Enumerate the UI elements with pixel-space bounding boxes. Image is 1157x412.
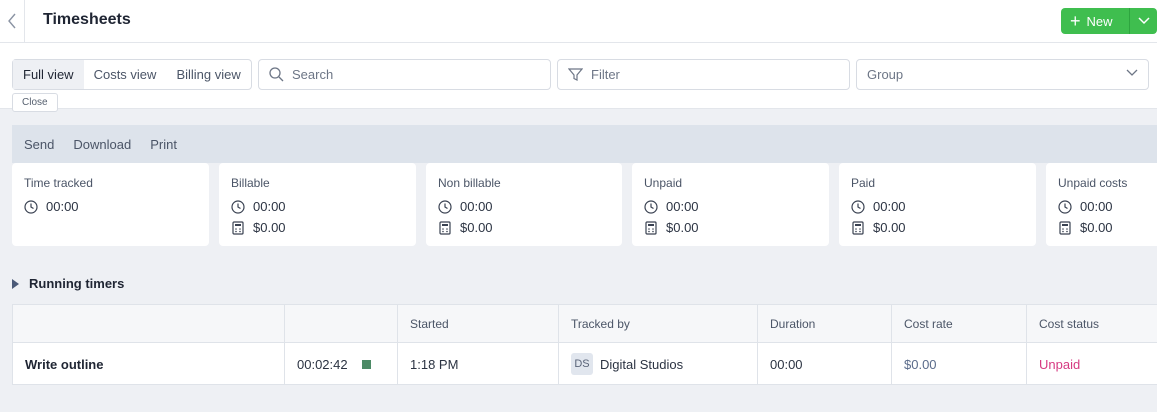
- chevron-down-icon: [1137, 17, 1150, 25]
- search-input[interactable]: [292, 67, 512, 82]
- tracker-name: Digital Studios: [600, 356, 684, 372]
- card-time-row: 00:00: [231, 196, 404, 217]
- card-amount-row: $0.00: [438, 217, 610, 238]
- avatar: DS: [571, 353, 593, 375]
- column-header-name: [13, 305, 284, 343]
- back-button[interactable]: [0, 0, 25, 42]
- status-badge: Unpaid: [1026, 343, 1157, 385]
- card-time-value: 00:00: [666, 199, 699, 214]
- card-title: Unpaid costs: [1058, 176, 1128, 190]
- row-duration: 00:00: [757, 343, 891, 385]
- card-time-row: 00:00: [1058, 196, 1145, 217]
- top-bar: Timesheets + New: [0, 0, 1157, 43]
- filter-label: Filter: [591, 67, 620, 82]
- card-amount-value: $0.00: [460, 220, 493, 235]
- summary-card-paid: Paid 00:00 $0.00: [839, 163, 1036, 246]
- column-header-cost-rate[interactable]: Cost rate: [891, 305, 1026, 343]
- card-title: Billable: [231, 176, 270, 190]
- tab-costs-view[interactable]: Costs view: [84, 60, 167, 89]
- card-time-row: 00:00: [24, 196, 197, 217]
- card-time-row: 00:00: [851, 196, 1024, 217]
- row-timer: 00:02:42: [297, 356, 348, 372]
- chevron-left-icon: [8, 13, 16, 29]
- card-title: Unpaid: [644, 176, 683, 190]
- card-time-value: 00:00: [460, 199, 493, 214]
- summary-card-non-billable: Non billable 00:00 $0.00: [426, 163, 622, 246]
- card-title: Non billable: [438, 176, 501, 190]
- page-title: Timesheets: [43, 11, 131, 28]
- card-amount-value: $0.00: [1080, 220, 1113, 235]
- clock-icon: [851, 199, 865, 214]
- table-header: Started Tracked by Duration Cost rate Co…: [13, 305, 1157, 343]
- clock-icon: [1058, 199, 1072, 214]
- card-time-value: 00:00: [46, 199, 79, 214]
- tab-billing-view[interactable]: Billing view: [166, 60, 250, 89]
- chevron-down-icon: [1126, 69, 1138, 76]
- clock-icon: [24, 199, 38, 214]
- card-amount-value: $0.00: [873, 220, 906, 235]
- summary-card-unpaid: Unpaid 00:00 $0.00: [632, 163, 829, 246]
- table-row[interactable]: Write outline 00:02:42 1:18 PM DS Digita…: [13, 343, 1157, 385]
- row-name[interactable]: Write outline: [13, 343, 284, 385]
- action-bar: Send Download Print: [12, 125, 1157, 163]
- column-header-tracked-by[interactable]: Tracked by: [558, 305, 757, 343]
- column-header-cost-status[interactable]: Cost status: [1026, 305, 1157, 343]
- card-title: Paid: [851, 176, 876, 190]
- search-field[interactable]: [258, 59, 551, 90]
- download-button[interactable]: Download: [73, 137, 131, 152]
- running-timers-table: Started Tracked by Duration Cost rate Co…: [12, 304, 1157, 385]
- calculator-icon: [1059, 220, 1071, 235]
- calculator-icon: [852, 220, 864, 235]
- calculator-icon: [232, 220, 244, 235]
- card-amount-value: $0.00: [666, 220, 699, 235]
- clock-icon: [644, 199, 658, 214]
- summary-card-time-tracked: Time tracked 00:00: [12, 163, 209, 246]
- card-time-row: 00:00: [438, 196, 610, 217]
- new-dropdown-button[interactable]: [1129, 8, 1157, 34]
- column-header-started[interactable]: Started: [397, 305, 558, 343]
- card-time-value: 00:00: [1080, 199, 1113, 214]
- close-button[interactable]: Close: [12, 93, 58, 112]
- stop-timer-icon[interactable]: [361, 359, 371, 369]
- row-started: 1:18 PM: [397, 343, 558, 385]
- clock-icon: [438, 199, 452, 214]
- calculator-icon: [439, 220, 451, 235]
- group-select[interactable]: Group: [856, 59, 1149, 90]
- card-time-value: 00:00: [873, 199, 906, 214]
- card-amount-row: $0.00: [231, 217, 404, 238]
- column-header-duration[interactable]: Duration: [757, 305, 891, 343]
- send-button[interactable]: Send: [24, 137, 54, 152]
- group-label: Group: [867, 67, 904, 82]
- summary-card-unpaid-costs: Unpaid costs 00:00 $0.00: [1046, 163, 1157, 246]
- card-amount-row: $0.00: [644, 217, 817, 238]
- card-time-value: 00:00: [253, 199, 286, 214]
- row-timer-cell: 00:02:42: [284, 343, 397, 385]
- new-button[interactable]: + New: [1061, 8, 1129, 34]
- new-button-label: New: [1086, 13, 1113, 29]
- calculator-icon: [645, 220, 657, 235]
- running-timers-label: Running timers: [29, 276, 125, 291]
- filter-icon: [568, 68, 583, 81]
- summary-card-billable: Billable 00:00 $0.00: [219, 163, 416, 246]
- clock-icon: [231, 199, 245, 214]
- filter-field[interactable]: Filter: [557, 59, 850, 90]
- print-button[interactable]: Print: [150, 137, 177, 152]
- column-header-timer: [284, 305, 397, 343]
- view-toolbar: Full view Costs view Billing view Close …: [0, 43, 1157, 112]
- card-title: Time tracked: [24, 176, 93, 190]
- search-icon: [269, 67, 284, 82]
- view-tabs: Full view Costs view Billing view: [12, 59, 252, 90]
- running-timers-toggle[interactable]: Running timers: [12, 276, 124, 291]
- new-button-group: + New: [1061, 8, 1157, 34]
- plus-icon: +: [1070, 11, 1081, 31]
- caret-right-icon: [12, 278, 19, 289]
- row-cost-rate: $0.00: [891, 343, 1026, 385]
- card-time-row: 00:00: [644, 196, 817, 217]
- tab-full-view[interactable]: Full view: [13, 60, 84, 89]
- card-amount-value: $0.00: [253, 220, 286, 235]
- card-amount-row: $0.00: [1058, 217, 1145, 238]
- row-tracked-by: DS Digital Studios: [558, 343, 757, 385]
- card-amount-row: $0.00: [851, 217, 1024, 238]
